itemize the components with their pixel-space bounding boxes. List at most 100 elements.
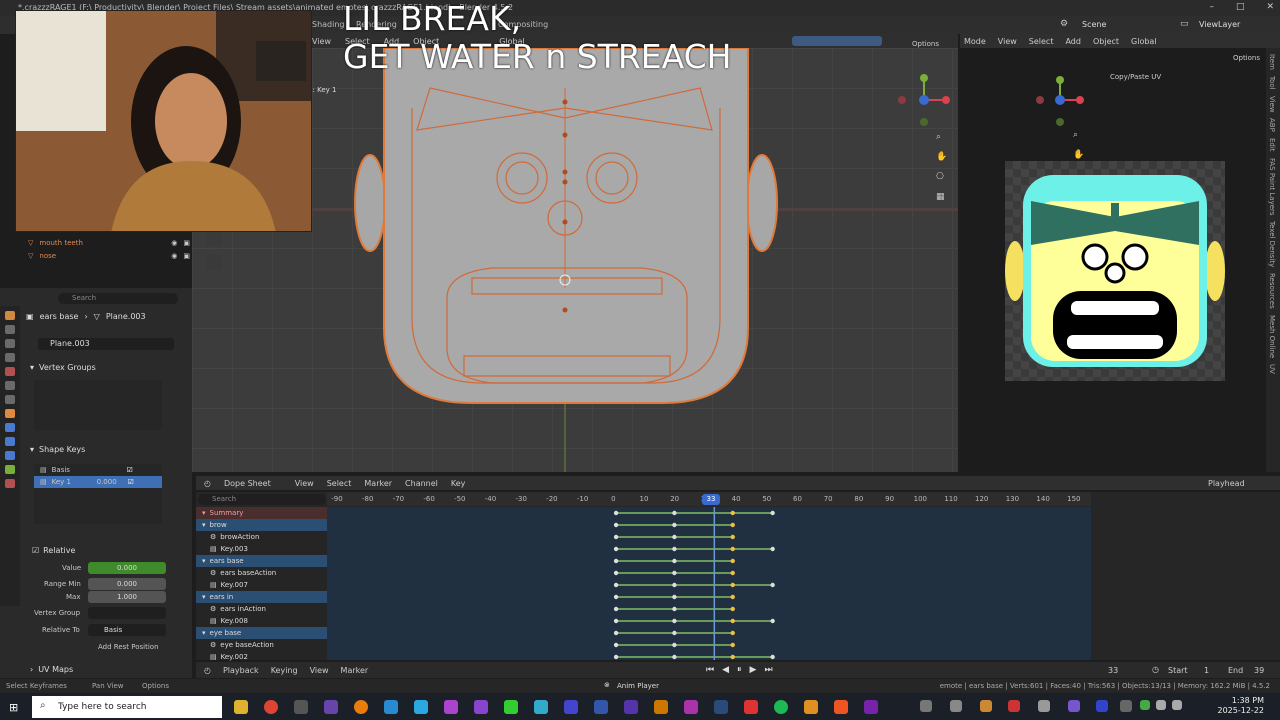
channel-row[interactable]: ▾ brow (196, 519, 327, 531)
camera-icon[interactable]: ⎔ (936, 172, 944, 182)
close-icon[interactable]: ⊗ (604, 681, 610, 689)
maximize-button[interactable]: □ (1236, 2, 1245, 12)
constraints-tab-icon[interactable] (5, 451, 15, 460)
tray-icon[interactable] (950, 700, 962, 712)
outliner-item[interactable]: ▽ nose ◉ ▣ (28, 249, 190, 262)
app-icon[interactable] (864, 700, 878, 714)
editor-type-icon[interactable]: ◴ (204, 479, 211, 488)
channel-row[interactable]: ▾ Summary (196, 507, 327, 519)
tray-icon[interactable] (1120, 700, 1132, 712)
shape-key-value[interactable]: 0.000 (97, 478, 123, 486)
keyframe[interactable] (730, 570, 735, 576)
sidebar-tab-abp[interactable]: ABP (1268, 118, 1276, 132)
sidebar-tab-fas-paint[interactable]: FAS Paint Layers (1268, 158, 1276, 216)
keyframe[interactable] (613, 570, 619, 576)
app-icon[interactable] (414, 700, 428, 714)
channel-row[interactable]: ⚙ ears inAction (196, 603, 327, 615)
checkbox-icon[interactable]: ☑ (128, 478, 134, 486)
tray-icon[interactable] (920, 700, 932, 712)
tray-icon[interactable] (1140, 700, 1150, 710)
app-icon[interactable] (804, 700, 818, 714)
keyframe[interactable] (730, 582, 735, 588)
channel-row[interactable]: ▾ ears base (196, 555, 327, 567)
minimize-button[interactable]: – (1209, 2, 1214, 12)
view-layer-selector[interactable]: ViewLayer (1199, 20, 1240, 29)
keyframe[interactable] (613, 510, 619, 516)
keyframe[interactable] (770, 510, 775, 516)
spotify-icon[interactable] (774, 700, 788, 714)
uv-menu-add[interactable]: Add (1065, 37, 1081, 46)
frame-field[interactable]: 33 (1108, 666, 1118, 675)
add-rest-position-button[interactable]: Add Rest Position (98, 643, 159, 651)
render-tab-icon[interactable] (5, 325, 15, 334)
tab-shading[interactable]: Shading (312, 20, 345, 29)
dopesheet-menu-select[interactable]: Select (327, 479, 352, 488)
keyframe-area[interactable] (327, 507, 1091, 660)
sidebar-tab-edit[interactable]: Edit (1268, 138, 1276, 152)
relative-checkbox[interactable]: ☑ Relative (32, 546, 75, 555)
sidebar-tab-view[interactable]: View (1268, 96, 1276, 113)
obs-icon[interactable] (294, 700, 308, 714)
shape-keys-list[interactable]: ▤ Basis ☑ ▤ Key 1 0.000 ☑ (34, 464, 162, 524)
timeline-editor-icon[interactable]: ◴ (204, 666, 211, 675)
app-icon[interactable] (324, 700, 338, 714)
timeline-menu-playback[interactable]: Playback (223, 666, 259, 675)
keyframe-canvas[interactable] (327, 507, 1091, 660)
sidebar-tab-resources[interactable]: Resources (1268, 273, 1276, 309)
keyframe[interactable] (613, 642, 619, 648)
channel-row[interactable]: ▤ Key.008 (196, 615, 327, 627)
taskbar-clock[interactable]: 1:38 PM 2025-12-22 (1218, 696, 1265, 716)
keyframe[interactable] (613, 582, 619, 588)
shading-buttons[interactable] (792, 36, 882, 46)
view-layer-tab-icon[interactable] (5, 353, 15, 362)
timeline-menu-marker[interactable]: Marker (341, 666, 369, 675)
keyframe[interactable] (730, 618, 735, 624)
app-icon[interactable] (384, 700, 398, 714)
close-button[interactable]: ✕ (1266, 2, 1274, 12)
checkbox-icon[interactable]: ☑ (127, 466, 133, 474)
output-tab-icon[interactable] (5, 339, 15, 348)
sidebar-tab-texel-density[interactable]: Texel Density (1268, 221, 1276, 267)
tray-icon[interactable] (1038, 700, 1050, 712)
app-icon[interactable] (744, 700, 758, 714)
channel-row[interactable]: ▾ eye base (196, 627, 327, 639)
shape-key-row[interactable]: ▤ Key 1 0.000 ☑ (34, 476, 162, 488)
pause-icon[interactable]: ⏸ (737, 665, 742, 675)
zoom-icon[interactable]: ⌕ (936, 132, 941, 142)
keyframe[interactable] (613, 654, 619, 660)
app-icon[interactable] (444, 700, 458, 714)
uv-editor[interactable]: Options Copy/Paste UV ⌕ ✋ (960, 48, 1266, 472)
physics-tab-icon[interactable] (5, 437, 15, 446)
tray-icon[interactable] (1068, 700, 1080, 712)
start-field[interactable]: 1 (1204, 666, 1209, 675)
current-frame-indicator[interactable]: 33 (702, 494, 720, 505)
keyframe[interactable] (672, 570, 677, 576)
material-tab-icon[interactable] (5, 479, 15, 488)
tray-icon[interactable] (980, 700, 992, 712)
taskbar-search-input[interactable]: Type here to search (32, 696, 222, 718)
prev-key-icon[interactable]: ◀ (722, 665, 729, 675)
range-min-field[interactable]: 0.000 (88, 578, 166, 590)
world-tab-icon[interactable] (5, 381, 15, 390)
uv-menu-object[interactable]: Object (1093, 37, 1119, 46)
viewport-menu-view[interactable]: View (312, 37, 331, 46)
navigation-gizmo[interactable] (898, 72, 954, 128)
keyframe[interactable] (672, 594, 677, 600)
blender-icon[interactable] (354, 700, 368, 714)
keyframe[interactable] (770, 546, 775, 552)
channel-row[interactable]: ⚙ eye baseAction (196, 639, 327, 651)
tray-icon[interactable] (1156, 700, 1166, 710)
uv-options[interactable]: Options (1233, 54, 1260, 62)
keyframe[interactable] (672, 606, 677, 612)
jump-start-icon[interactable]: ⏮ (706, 665, 714, 675)
outliner-item[interactable]: ▽ mouth teeth ◉ ▣ (28, 236, 190, 249)
uv-mode-selector[interactable]: Mode (964, 37, 986, 46)
channel-row[interactable]: ⚙ ears baseAction (196, 567, 327, 579)
keyframe[interactable] (672, 546, 677, 552)
sidebar-tab-uv[interactable]: UV (1268, 364, 1276, 374)
end-field[interactable]: 39 (1254, 666, 1264, 675)
brave-icon[interactable] (834, 700, 848, 714)
steam-icon[interactable] (714, 700, 728, 714)
sidebar-tab-tool[interactable]: Tool (1268, 76, 1276, 90)
sidebar-tab-mesh-online[interactable]: Mesh Online (1268, 315, 1276, 358)
